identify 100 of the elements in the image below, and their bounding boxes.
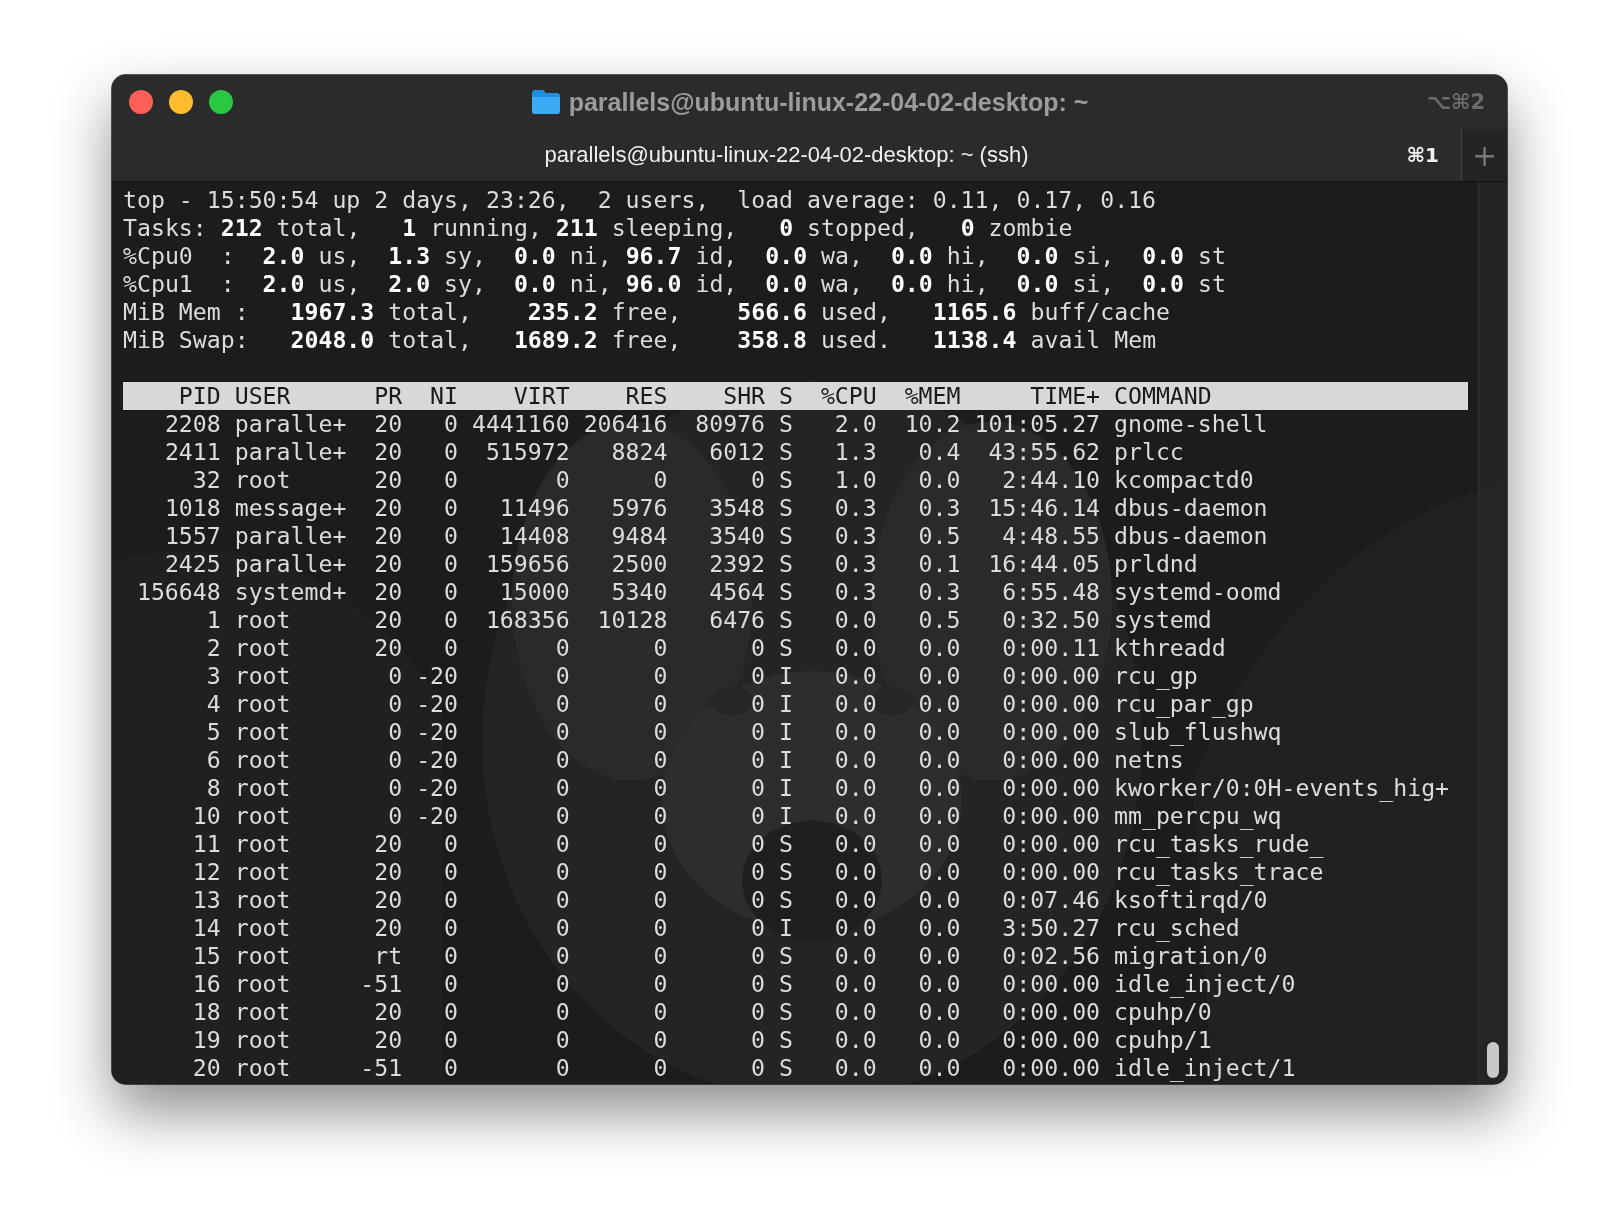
column-header: RES xyxy=(624,382,668,410)
table-cell-text: 0.0 xyxy=(917,1026,961,1054)
table-cell-text: 0 xyxy=(443,942,458,970)
table-cell-text: 2425 xyxy=(163,550,221,578)
table-cell-text: kcompactd0 xyxy=(1114,466,1255,494)
scroll-thumb[interactable] xyxy=(1487,1042,1499,1078)
table-cell-text: 0 xyxy=(443,494,458,522)
table-cell-text: 0 xyxy=(750,942,766,970)
table-cell-text: 0 xyxy=(750,1054,766,1082)
table-cell-text: 0 xyxy=(750,802,766,830)
table-cell-text: 15 xyxy=(191,942,221,970)
table-cell-text: 0 xyxy=(443,438,458,466)
table-cell-text: root xyxy=(234,942,292,970)
table-cell-text: 0 xyxy=(652,690,668,718)
table-cell: paralle+ xyxy=(234,522,347,550)
table-cell-text: 0 xyxy=(652,774,668,802)
table-cell-text: root xyxy=(234,634,292,662)
shortcut-label: ⌘1 xyxy=(1406,143,1439,167)
table-cell-text: 0:00.00 xyxy=(1001,690,1101,718)
shortcut-label: ⌥⌘2 xyxy=(1426,90,1486,114)
table-cell: I xyxy=(779,802,793,830)
table-cell: paralle+ xyxy=(234,550,347,578)
table-cell-text: 2411 xyxy=(163,438,221,466)
table-cell-text: 0.0 xyxy=(833,914,877,942)
table-cell-text: prlcc xyxy=(1114,438,1185,466)
table-cell-text: netns xyxy=(1114,746,1185,774)
table-cell-text: 20 xyxy=(373,466,403,494)
table-cell: S xyxy=(779,522,793,550)
scrollbar[interactable] xyxy=(1478,182,1507,1084)
table-cell-text: prldnd xyxy=(1114,550,1199,578)
table-cell-text: 0 xyxy=(652,830,668,858)
table-cell-text: 0.3 xyxy=(833,578,877,606)
table-cell-text: 20 xyxy=(373,914,403,942)
table-cell-text: 43:55.62 xyxy=(987,438,1101,466)
table-cell-text: 3:50.27 xyxy=(1001,914,1101,942)
table-cell-text: 4564 xyxy=(708,578,766,606)
table-cell-text: 159656 xyxy=(484,550,570,578)
table-cell-text: slub_flushwq xyxy=(1114,718,1283,746)
table-cell-text: 10.2 xyxy=(903,410,961,438)
column-header: NI xyxy=(429,382,458,410)
table-cell-text: 0:00.00 xyxy=(1001,774,1101,802)
table-cell-text: 0 xyxy=(554,830,570,858)
table-cell-text: 0 xyxy=(750,998,766,1026)
table-cell-text: 8 xyxy=(205,774,221,802)
table-cell-text: 19 xyxy=(191,1026,221,1054)
table-cell-text: 0.4 xyxy=(917,438,961,466)
table-cell-text: rcu_par_gp xyxy=(1114,690,1255,718)
column-header: PR xyxy=(373,382,403,410)
table-cell-text: 0.5 xyxy=(917,606,961,634)
table-cell-text: 0:00.00 xyxy=(1001,746,1101,774)
table-cell: S xyxy=(779,970,793,998)
table-cell-text: 0:00.00 xyxy=(1001,718,1101,746)
table-cell: S xyxy=(779,466,793,494)
table-cell-text: 1.0 xyxy=(833,466,877,494)
table-cell-text: cpuhp/1 xyxy=(1114,1026,1213,1054)
table-cell-text: 12 xyxy=(191,858,221,886)
table-cell-text: 0 xyxy=(652,998,668,1026)
table-cell-text: 20 xyxy=(373,494,403,522)
table-cell-text: 11496 xyxy=(498,494,570,522)
table-cell-text: 0.0 xyxy=(833,1054,877,1082)
table-cell-text: 0 xyxy=(652,466,668,494)
table-cell-text: ksoftirqd/0 xyxy=(1114,886,1269,914)
table-cell-text: 80976 xyxy=(694,410,766,438)
table-cell: S xyxy=(779,942,793,970)
table-cell-text: 16 xyxy=(191,970,221,998)
table-cell-text: 0 xyxy=(750,690,766,718)
table-cell-text: 6476 xyxy=(708,606,766,634)
table-cell-text: 0:00.00 xyxy=(1001,802,1101,830)
table-cell-text: 0.3 xyxy=(917,578,961,606)
zoom-button[interactable] xyxy=(209,90,233,114)
table-cell-text: rcu_tasks_rude_ xyxy=(1114,830,1325,858)
table-cell-text: 10128 xyxy=(596,606,668,634)
table-cell-text: 0.3 xyxy=(833,550,877,578)
table-cell-text: 3548 xyxy=(708,494,766,522)
table-cell-text: 0:00.00 xyxy=(1001,858,1101,886)
table-cell-text: 0 xyxy=(387,718,403,746)
table-cell-text: 6:55.48 xyxy=(1001,578,1101,606)
summary-line: Tasks: 212 total, 1 running, 211 sleeping, 0 stopped, 0 zombie xyxy=(123,214,1074,242)
table-cell-text: 0.5 xyxy=(917,522,961,550)
table-cell-text: 515972 xyxy=(484,438,570,466)
close-button[interactable] xyxy=(129,90,153,114)
table-cell-text: rcu_sched xyxy=(1114,914,1241,942)
table-cell-text: 0.0 xyxy=(833,830,877,858)
table-cell-text: 9484 xyxy=(610,522,668,550)
table-cell-text: 0.0 xyxy=(833,634,877,662)
table-cell-text: 0.0 xyxy=(917,942,961,970)
table-cell: -20 xyxy=(416,662,458,690)
minimize-button[interactable] xyxy=(169,90,193,114)
table-cell-text: 0.0 xyxy=(833,690,877,718)
table-cell-text: 20 xyxy=(373,998,403,1026)
table-cell-text: 0 xyxy=(554,914,570,942)
table-cell-text: 0 xyxy=(387,746,403,774)
table-cell-text: cpuhp/0 xyxy=(1114,998,1213,1026)
table-cell-text: 0:07.46 xyxy=(1001,886,1101,914)
table-cell-text: 0:00.11 xyxy=(1001,634,1101,662)
table-cell-text: migration/0 xyxy=(1114,942,1269,970)
table-cell: S xyxy=(779,550,793,578)
table-cell: systemd+ xyxy=(234,578,347,606)
table-cell-text: 0 xyxy=(443,522,458,550)
summary-line: %Cpu0 : 2.0 us, 1.3 sy, 0.0 ni, 96.7 id, 0.0 wa, 0.0 hi, 0.0 si, 0.0 st xyxy=(123,242,1227,270)
